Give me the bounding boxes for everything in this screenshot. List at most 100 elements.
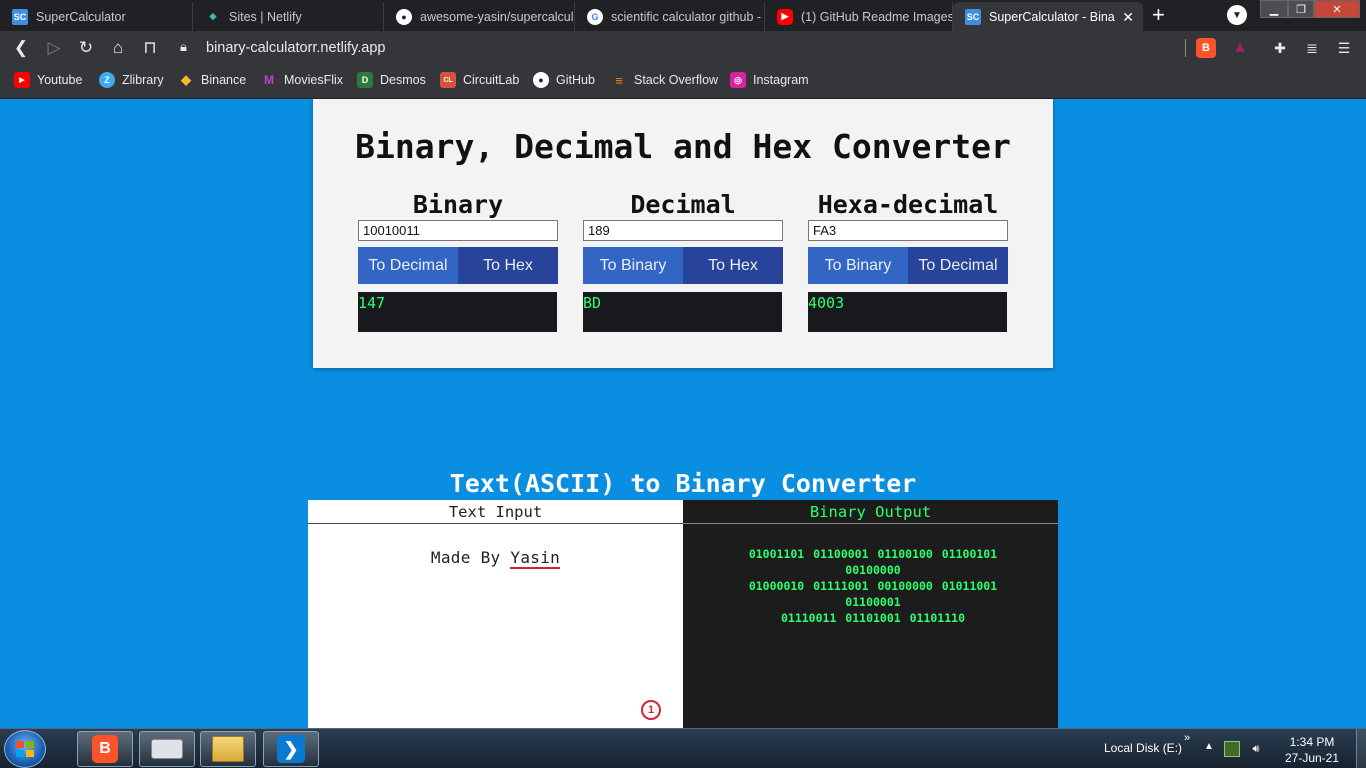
decimal-to-hex-button[interactable]: To Hex [683, 247, 783, 284]
taskbar-explorer[interactable] [200, 731, 256, 767]
bookmarks-bar: ▶ Youtube Z Zlibrary ◆ Binance M MoviesF… [0, 65, 1366, 99]
toolbar-label[interactable]: Local Disk (E:) [1104, 741, 1182, 755]
bookmark-instagram[interactable]: ◎ Instagram [730, 72, 809, 88]
bookmark-stack-overflow[interactable]: ≡ Stack Overflow [611, 72, 718, 88]
bookmark-moviesflix[interactable]: M MoviesFlix [261, 72, 343, 88]
window-controls: ▁ ❐ ✕ [1260, 0, 1360, 18]
divider [1185, 39, 1186, 57]
start-button[interactable] [4, 730, 46, 768]
brave-rewards-icon[interactable]: ▲ [1230, 38, 1250, 58]
decimal-heading: Decimal [630, 190, 736, 219]
supercalculator-favicon-icon: SC [12, 8, 28, 25]
back-icon[interactable]: ❮ [10, 37, 32, 59]
brave-icon: B [92, 735, 118, 763]
maximize-icon[interactable]: ❐ [1288, 0, 1314, 18]
binary-output-line: 01001101 01100001 01100100 01100101 0010… [748, 547, 998, 577]
binary-output-text: 01001101 01100001 01100100 01100101 0010… [723, 546, 1023, 626]
circuitlab-icon: CL [440, 72, 456, 88]
hex-to-binary-button[interactable]: To Binary [808, 247, 908, 284]
bookmark-zlibrary[interactable]: Z Zlibrary [99, 72, 164, 88]
browser-tab-strip: SC SuperCalculator ◆ Sites | Netlify ● a… [0, 0, 1366, 31]
text-input-panel[interactable]: Text Input Made By Yasin 1 [308, 500, 683, 728]
bookmark-label: Desmos [380, 73, 426, 87]
hex-output: 4003 [808, 292, 1007, 332]
clock-time: 1:34 PM [1289, 735, 1335, 749]
tab-search-dropdown-icon[interactable]: ▼ [1227, 5, 1247, 25]
reload-icon[interactable]: ↻ [75, 37, 97, 59]
vscode-icon: ❯ [277, 735, 305, 763]
address-bar[interactable]: 🔒︎ binary-calculatorr.netlify.app [172, 35, 1192, 62]
bookmark-github[interactable]: ● GitHub [533, 72, 595, 88]
tab-github-repo[interactable]: ● awesome-yasin/supercalculat [384, 2, 575, 31]
text-input-header: Text Input [308, 500, 683, 524]
grammar-check-badge[interactable]: 1 [641, 700, 661, 720]
hex-to-decimal-button[interactable]: To Decimal [908, 247, 1008, 284]
taskbar-brave[interactable]: B [77, 731, 133, 767]
binary-output-line: 01000010 01111001 00100000 01011001 0110… [748, 579, 998, 609]
tab-supercalculator[interactable]: SC SuperCalculator [0, 2, 193, 31]
show-hidden-icons-icon[interactable]: ▲ [1204, 741, 1214, 752]
binary-output-line: 01110011 01101001 01101110 [780, 611, 965, 625]
bookmark-youtube[interactable]: ▶ Youtube [14, 72, 82, 88]
bookmark-label: Zlibrary [122, 73, 164, 87]
home-icon[interactable]: ⌂ [107, 37, 129, 59]
bookmark-label: Stack Overflow [634, 73, 719, 87]
tab-supercalculator-binary-active[interactable]: SC SuperCalculator - Binary ✕ [953, 2, 1143, 31]
text-input-prefix: Made By [430, 548, 511, 567]
spellcheck-underlined-word: Yasin [510, 548, 561, 569]
clock[interactable]: 1:34 PM 27-Jun-21 [1280, 734, 1344, 766]
binary-button-row: To Decimal To Hex [358, 247, 558, 284]
url-text[interactable]: binary-calculatorr.netlify.app [206, 40, 385, 56]
netlify-favicon-icon: ◆ [209, 11, 217, 21]
bookmark-desmos[interactable]: D Desmos [357, 72, 426, 88]
taskbar-vscode[interactable]: ❯ [263, 731, 319, 767]
supercalculator-favicon-icon: SC [965, 8, 981, 25]
tab-netlify[interactable]: ◆ Sites | Netlify [193, 2, 384, 31]
decimal-output: BD [583, 292, 782, 332]
google-favicon-icon: G [587, 8, 603, 25]
network-icon[interactable] [1224, 741, 1240, 757]
hex-button-row: To Binary To Decimal [808, 247, 1008, 284]
bookmark-label: MoviesFlix [284, 73, 344, 87]
minimize-icon[interactable]: ▁ [1260, 0, 1288, 18]
forward-icon[interactable]: ▷ [43, 37, 65, 59]
brave-shields-icon[interactable]: B [1196, 38, 1216, 58]
new-tab-button[interactable]: + [1152, 3, 1165, 27]
extensions-icon[interactable]: ✚ [1270, 38, 1290, 58]
binary-output-panel: Binary Output 01001101 01100001 01100100… [683, 500, 1058, 728]
bookmark-label: Youtube [37, 73, 83, 87]
stack-overflow-icon: ≡ [615, 72, 623, 88]
decimal-to-binary-button[interactable]: To Binary [583, 247, 683, 284]
taskbar-drive[interactable] [139, 731, 195, 767]
menu-icon[interactable]: ☰ [1334, 38, 1354, 58]
text-input-area[interactable]: Made By Yasin [308, 548, 683, 569]
binary-to-decimal-button[interactable]: To Decimal [358, 247, 458, 284]
clock-date: 27-Jun-21 [1284, 751, 1340, 765]
binary-output: 147 [358, 292, 557, 332]
bookmark-binance[interactable]: ◆ Binance [178, 72, 246, 88]
decimal-input[interactable] [583, 220, 783, 241]
lock-icon: 🔒︎ [180, 39, 187, 54]
window-close-icon[interactable]: ✕ [1314, 0, 1360, 18]
binary-input[interactable] [358, 220, 558, 241]
drive-icon [151, 739, 183, 759]
tab-title: SuperCalculator - Binary [989, 9, 1115, 24]
bookmark-icon[interactable]: ⊓ [139, 37, 161, 59]
tab-title: Sites | Netlify [229, 9, 302, 24]
tab-title: (1) GitHub Readme Images T [801, 9, 952, 24]
binary-to-hex-button[interactable]: To Hex [458, 247, 558, 284]
tab-google-search[interactable]: G scientific calculator github - ( [575, 2, 765, 31]
tab-title: awesome-yasin/supercalculat [420, 9, 574, 24]
bookmark-label: Instagram [753, 73, 809, 87]
bookmark-label: GitHub [556, 73, 595, 87]
bookmark-circuitlab[interactable]: CL CircuitLab [440, 72, 519, 88]
close-tab-icon[interactable]: ✕ [1122, 9, 1134, 26]
show-desktop-button[interactable] [1356, 729, 1366, 768]
hex-input[interactable] [808, 220, 1008, 241]
youtube-icon: ▶ [14, 72, 30, 88]
volume-icon[interactable]: 🔊︎ [1248, 741, 1264, 757]
toolbar-chevron-icon[interactable]: » [1184, 732, 1190, 744]
media-queue-icon[interactable]: ≣ [1302, 38, 1322, 58]
github-favicon-icon: ● [396, 8, 412, 25]
tab-youtube[interactable]: ▶ (1) GitHub Readme Images T [765, 2, 953, 31]
